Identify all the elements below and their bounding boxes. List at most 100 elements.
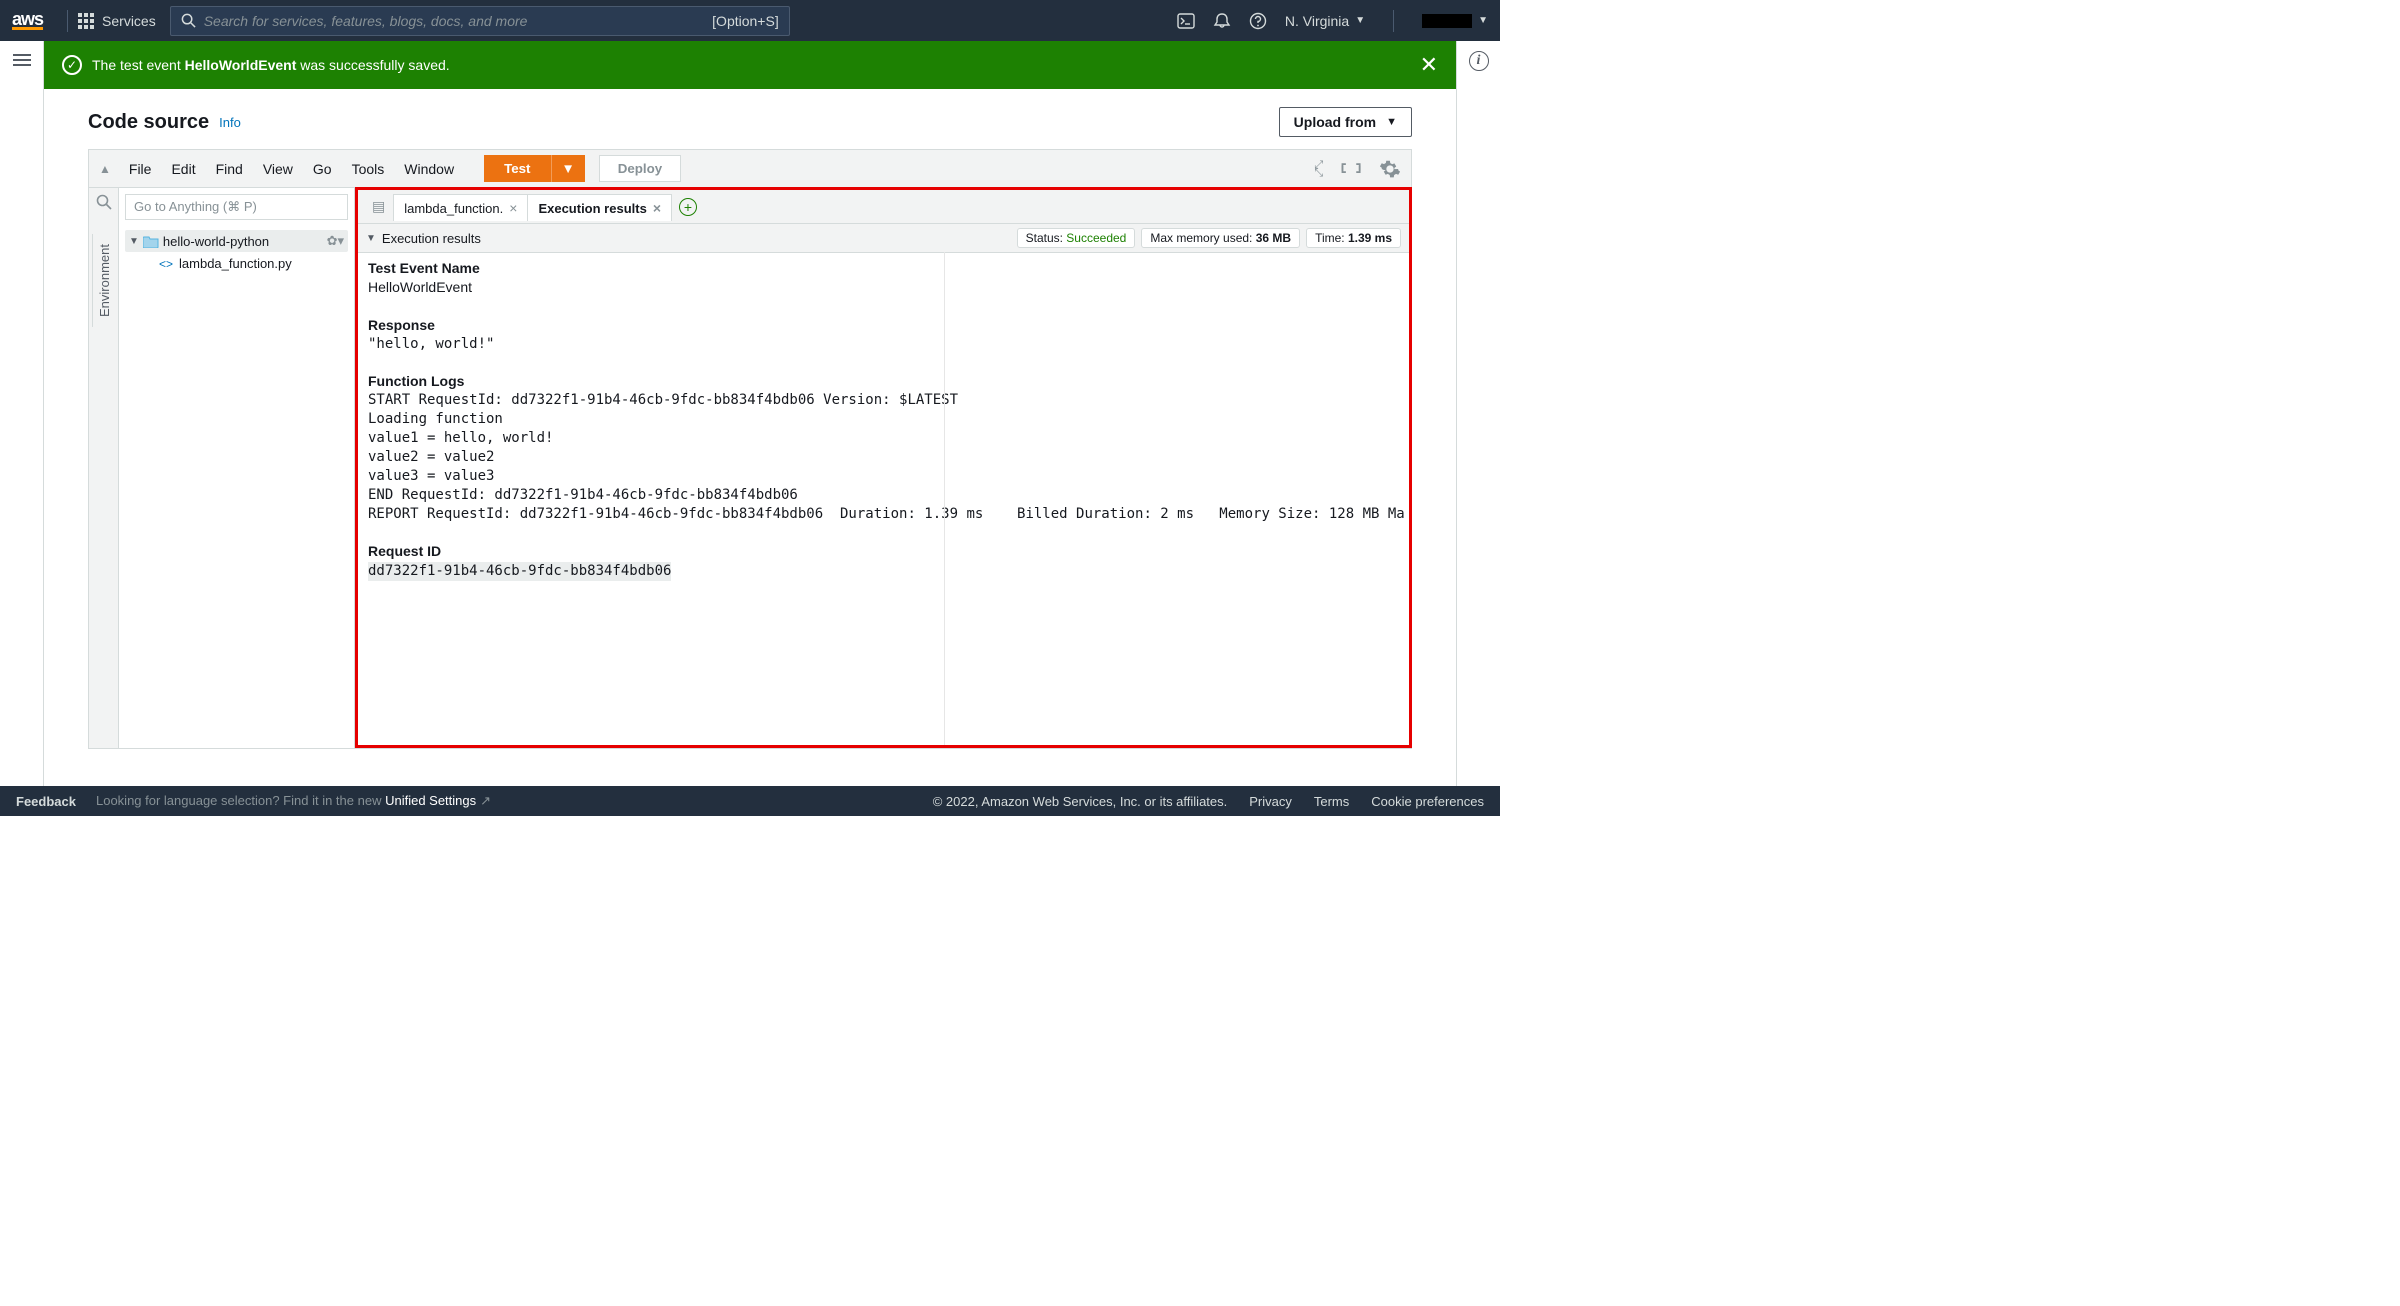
search-placeholder: Search for services, features, blogs, do… bbox=[204, 13, 528, 29]
terms-link[interactable]: Terms bbox=[1314, 794, 1349, 809]
right-rail: i bbox=[1456, 41, 1500, 786]
info-panel-icon[interactable]: i bbox=[1469, 51, 1489, 71]
footer-right: © 2022, Amazon Web Services, Inc. or its… bbox=[933, 794, 1484, 809]
ide-sidebar: Go to Anything (⌘ P) ▼ hello-world-pytho… bbox=[119, 188, 355, 748]
menu-window[interactable]: Window bbox=[404, 161, 454, 177]
unified-settings-link[interactable]: Unified Settings bbox=[385, 793, 476, 808]
left-rail bbox=[0, 41, 44, 786]
top-navigation: aws Services Search for services, featur… bbox=[0, 0, 1500, 41]
check-circle-icon: ✓ bbox=[62, 55, 82, 75]
ide-right-icons: ⤢⤡ ┏ ┓┗ ┛ bbox=[1314, 158, 1401, 180]
info-link[interactable]: Info bbox=[219, 115, 241, 130]
bell-icon[interactable] bbox=[1213, 12, 1231, 30]
tree-file[interactable]: <> lambda_function.py bbox=[125, 252, 348, 275]
environment-tab[interactable]: Environment bbox=[92, 234, 116, 327]
ide-body: Environment Go to Anything (⌘ P) ▼ hello… bbox=[89, 188, 1411, 748]
folder-icon bbox=[143, 235, 159, 248]
grid-icon bbox=[78, 13, 94, 29]
gear-icon[interactable]: ✿▾ bbox=[327, 233, 344, 249]
region-selector[interactable]: N. Virginia ▼ bbox=[1285, 13, 1365, 29]
tab-label: lambda_function. bbox=[404, 201, 503, 216]
success-banner: ✓ The test event HelloWorldEvent was suc… bbox=[44, 41, 1456, 89]
caret-down-icon: ▼ bbox=[129, 236, 139, 247]
editor-tabs: ▤ lambda_function. × Execution results ×… bbox=[358, 190, 1409, 224]
tab-lambda-function[interactable]: lambda_function. × bbox=[393, 194, 528, 221]
panel-header: Code source Info Upload from ▼ bbox=[88, 89, 1412, 149]
search-icon bbox=[181, 13, 196, 28]
response-label: Response bbox=[368, 316, 1399, 335]
divider bbox=[67, 10, 68, 32]
file-icon: <> bbox=[159, 257, 173, 271]
gear-icon[interactable] bbox=[1379, 158, 1401, 180]
help-icon[interactable] bbox=[1249, 12, 1267, 30]
execution-pills: Status: Succeeded Max memory used: 36 MB… bbox=[1017, 228, 1401, 248]
region-label: N. Virginia bbox=[1285, 13, 1349, 29]
test-event-name-label: Test Event Name bbox=[368, 259, 1399, 278]
hamburger-icon[interactable] bbox=[13, 51, 31, 69]
time-pill: Time: 1.39 ms bbox=[1306, 228, 1401, 248]
deploy-button[interactable]: Deploy bbox=[599, 155, 681, 182]
ide-gutter: Environment bbox=[89, 188, 119, 748]
goto-anything-input[interactable]: Go to Anything (⌘ P) bbox=[125, 194, 348, 220]
services-label: Services bbox=[102, 13, 156, 29]
account-name bbox=[1422, 14, 1472, 28]
menu-edit[interactable]: Edit bbox=[171, 161, 195, 177]
tree-file-label: lambda_function.py bbox=[179, 256, 292, 271]
add-tab-icon[interactable]: + bbox=[679, 198, 697, 216]
close-icon[interactable]: × bbox=[509, 200, 517, 216]
divider bbox=[1393, 10, 1394, 32]
account-menu[interactable]: ▼ bbox=[1422, 14, 1488, 28]
menu-go[interactable]: Go bbox=[313, 161, 332, 177]
content: ✓ The test event HelloWorldEvent was suc… bbox=[44, 41, 1456, 786]
copyright: © 2022, Amazon Web Services, Inc. or its… bbox=[933, 794, 1228, 809]
tree-root-label: hello-world-python bbox=[163, 234, 269, 249]
tab-execution-results[interactable]: Execution results × bbox=[527, 194, 672, 221]
tree-root[interactable]: ▼ hello-world-python ✿▾ bbox=[125, 230, 348, 252]
tab-label: Execution results bbox=[538, 201, 646, 216]
menu-view[interactable]: View bbox=[263, 161, 293, 177]
search-shortcut: [Option+S] bbox=[712, 13, 779, 29]
code-source-panel: Code source Info Upload from ▼ ▲ File Ed… bbox=[88, 89, 1412, 749]
tab-history-icon[interactable]: ▤ bbox=[364, 198, 393, 215]
search-icon[interactable] bbox=[96, 194, 112, 210]
request-id-value: dd7322f1-91b4-46cb-9fdc-bb834f4bdb06 bbox=[368, 562, 671, 581]
file-tree: ▼ hello-world-python ✿▾ <> lambda_functi… bbox=[119, 226, 354, 279]
status-pill: Status: Succeeded bbox=[1017, 228, 1136, 248]
close-icon[interactable]: × bbox=[653, 200, 661, 216]
function-logs-label: Function Logs bbox=[368, 372, 1399, 391]
fullscreen-icon[interactable]: ⤢⤡ bbox=[1314, 161, 1325, 177]
footer: Feedback Looking for language selection?… bbox=[0, 786, 1500, 816]
cloud9-ide: ▲ File Edit Find View Go Tools Window Te… bbox=[88, 149, 1412, 749]
test-button[interactable]: Test bbox=[484, 155, 550, 182]
upload-from-button[interactable]: Upload from ▼ bbox=[1279, 107, 1412, 137]
banner-message: The test event HelloWorldEvent was succe… bbox=[92, 57, 450, 73]
ide-menubar: ▲ File Edit Find View Go Tools Window Te… bbox=[89, 150, 1411, 188]
collapse-icon[interactable]: ▲ bbox=[99, 162, 111, 176]
panel-title: Code source bbox=[88, 111, 209, 134]
menu-file[interactable]: File bbox=[129, 161, 152, 177]
global-search[interactable]: Search for services, features, blogs, do… bbox=[170, 6, 790, 36]
topnav-right: N. Virginia ▼ ▼ bbox=[1177, 10, 1488, 32]
ide-main-highlighted: ▤ lambda_function. × Execution results ×… bbox=[355, 187, 1412, 748]
aws-logo[interactable]: aws bbox=[12, 12, 43, 30]
privacy-link[interactable]: Privacy bbox=[1249, 794, 1292, 809]
close-icon[interactable]: ✕ bbox=[1420, 52, 1438, 78]
caret-down-icon[interactable]: ▼ bbox=[366, 233, 376, 244]
external-link-icon: ↗ bbox=[480, 793, 491, 808]
test-event-name-value: HelloWorldEvent bbox=[368, 278, 1399, 297]
caret-down-icon: ▼ bbox=[1355, 15, 1365, 26]
caret-down-icon: ▼ bbox=[1478, 15, 1488, 26]
expand-icon[interactable]: ┏ ┓┗ ┛ bbox=[1339, 161, 1365, 177]
cookie-preferences-link[interactable]: Cookie preferences bbox=[1371, 794, 1484, 809]
menu-tools[interactable]: Tools bbox=[352, 161, 385, 177]
memory-pill: Max memory used: 36 MB bbox=[1141, 228, 1300, 248]
services-menu[interactable]: Services bbox=[78, 13, 156, 29]
editor-ruler bbox=[944, 253, 945, 745]
caret-down-icon: ▼ bbox=[1386, 116, 1397, 128]
upload-label: Upload from bbox=[1294, 114, 1376, 130]
feedback-link[interactable]: Feedback bbox=[16, 794, 76, 809]
menu-find[interactable]: Find bbox=[216, 161, 243, 177]
test-dropdown-button[interactable]: ▼ bbox=[551, 155, 585, 182]
execution-results-label: Execution results bbox=[382, 231, 481, 246]
cloudshell-icon[interactable] bbox=[1177, 12, 1195, 30]
